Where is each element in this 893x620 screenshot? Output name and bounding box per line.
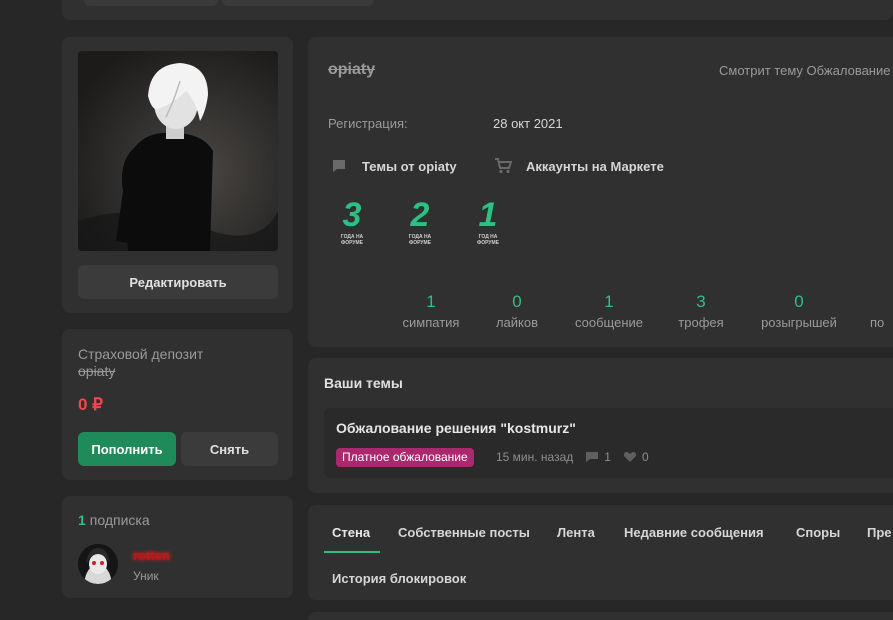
registration-date: 28 окт 2021 <box>493 116 563 131</box>
user-threads-label: Темы от opiaty <box>362 158 457 174</box>
subscription-avatar[interactable] <box>78 544 118 584</box>
topup-button[interactable]: Пополнить <box>78 432 176 466</box>
stat-label: розыгрышей <box>761 315 837 330</box>
your-topics-panel: Ваши темы Обжалование решения "kostmurz"… <box>308 358 893 493</box>
stat-value <box>870 292 893 312</box>
registration-label: Регистрация: <box>328 116 408 131</box>
stat-more[interactable]: по <box>870 292 893 330</box>
subscriptions-label: подписка <box>89 512 150 528</box>
user-threads-link[interactable]: Темы от opiaty <box>330 157 457 175</box>
your-topics-title: Ваши темы <box>324 375 403 391</box>
stat-label: симпатия <box>402 315 460 330</box>
top-bar-button-left[interactable] <box>84 0 218 6</box>
topic-replies: 1 <box>585 450 611 464</box>
market-accounts-link[interactable]: Аккаунты на Маркете <box>494 157 664 175</box>
bottom-panel <box>308 612 893 620</box>
subscriptions-count: 1 <box>78 512 86 528</box>
tab-disputes[interactable]: Споры <box>796 525 840 540</box>
avatar-panel: Редактировать <box>62 37 293 313</box>
profile-tabs-panel: Стена Собственные посты Лента Недавние с… <box>308 505 893 600</box>
tab-wall[interactable]: Стена <box>332 525 370 540</box>
trophy-number: 3 <box>342 196 362 234</box>
profile-avatar-image[interactable] <box>78 51 278 251</box>
stat-sympathy[interactable]: 1 симпатия <box>396 292 466 330</box>
deposit-amount: 0 ₽ <box>78 395 103 414</box>
topic-title[interactable]: Обжалование решения "kostmurz" <box>336 420 576 436</box>
topic-time: 15 мин. назад <box>496 450 574 464</box>
subscriptions-panel: 1 подписка rotten Уник <box>62 496 293 598</box>
trophy-caption: ГОДА НА ФОРУМЕ <box>408 234 432 246</box>
insurance-deposit-panel: Страховой депозит opiaty 0 ₽ Пополнить С… <box>62 329 293 480</box>
tab-own-posts[interactable]: Собственные посты <box>398 525 530 540</box>
trophy-caption: ГОД НА ФОРУМЕ <box>476 234 500 246</box>
subscription-role: Уник <box>133 569 159 583</box>
market-accounts-label: Аккаунты на Маркете <box>526 158 664 174</box>
stat-trophies[interactable]: 3 трофея <box>671 292 731 330</box>
edit-profile-button[interactable]: Редактировать <box>78 265 278 299</box>
trophy-1-year[interactable]: 1 ГОД НА ФОРУМЕ <box>468 196 508 250</box>
stat-label: по <box>870 315 885 330</box>
subscription-name[interactable]: rotten <box>133 548 170 563</box>
deposit-title: Страховой депозит <box>78 346 204 362</box>
trophy-2-years[interactable]: 2 ГОДА НА ФОРУМЕ <box>400 196 440 250</box>
tab-ban-history[interactable]: История блокировок <box>332 571 466 586</box>
heart-icon <box>623 452 637 462</box>
trophy-number: 1 <box>478 196 498 234</box>
tab-recent-messages[interactable]: Недавние сообщения <box>624 525 764 540</box>
active-tab-indicator <box>324 551 380 553</box>
deposit-username: opiaty <box>78 363 116 379</box>
stat-label: лайков <box>495 315 539 330</box>
topic-prefix-badge[interactable]: Платное обжалование <box>336 448 474 467</box>
viewing-status[interactable]: Смотрит тему Обжалование <box>719 63 890 78</box>
stat-label: трофея <box>678 315 724 330</box>
stat-value: 3 <box>696 292 706 311</box>
stat-giveaways[interactable]: 0 розыгрышей <box>754 292 844 330</box>
stat-value: 1 <box>604 292 614 311</box>
stat-value: 0 <box>512 292 522 311</box>
top-bar <box>62 0 893 20</box>
tab-more[interactable]: Пре <box>867 525 892 540</box>
stat-likes[interactable]: 0 лайков <box>487 292 547 330</box>
topic-item[interactable]: Обжалование решения "kostmurz" Платное о… <box>324 408 893 478</box>
trophy-number: 2 <box>410 196 430 234</box>
tab-feed[interactable]: Лента <box>557 525 595 540</box>
profile-username[interactable]: opiaty <box>328 61 375 79</box>
withdraw-button[interactable]: Снять <box>181 432 278 466</box>
subscriptions-title[interactable]: 1 подписка <box>78 512 150 528</box>
comment-icon <box>586 452 599 462</box>
topic-likes: 0 <box>623 450 649 464</box>
stat-label: сообщение <box>574 315 643 330</box>
top-bar-button-right[interactable] <box>222 0 374 6</box>
stat-value: 1 <box>426 292 436 311</box>
trophy-3-years[interactable]: 3 ГОДА НА ФОРУМЕ <box>332 196 372 250</box>
chat-bubble-icon <box>330 157 348 175</box>
profile-header-panel: opiaty Смотрит тему Обжалование Регистра… <box>308 37 893 347</box>
trophy-caption: ГОДА НА ФОРУМЕ <box>340 234 364 246</box>
cart-icon <box>494 157 512 175</box>
stat-value: 0 <box>794 292 804 311</box>
stat-messages[interactable]: 1 сообщение <box>569 292 649 330</box>
topic-meta: 15 мин. назад 1 0 <box>496 450 649 464</box>
